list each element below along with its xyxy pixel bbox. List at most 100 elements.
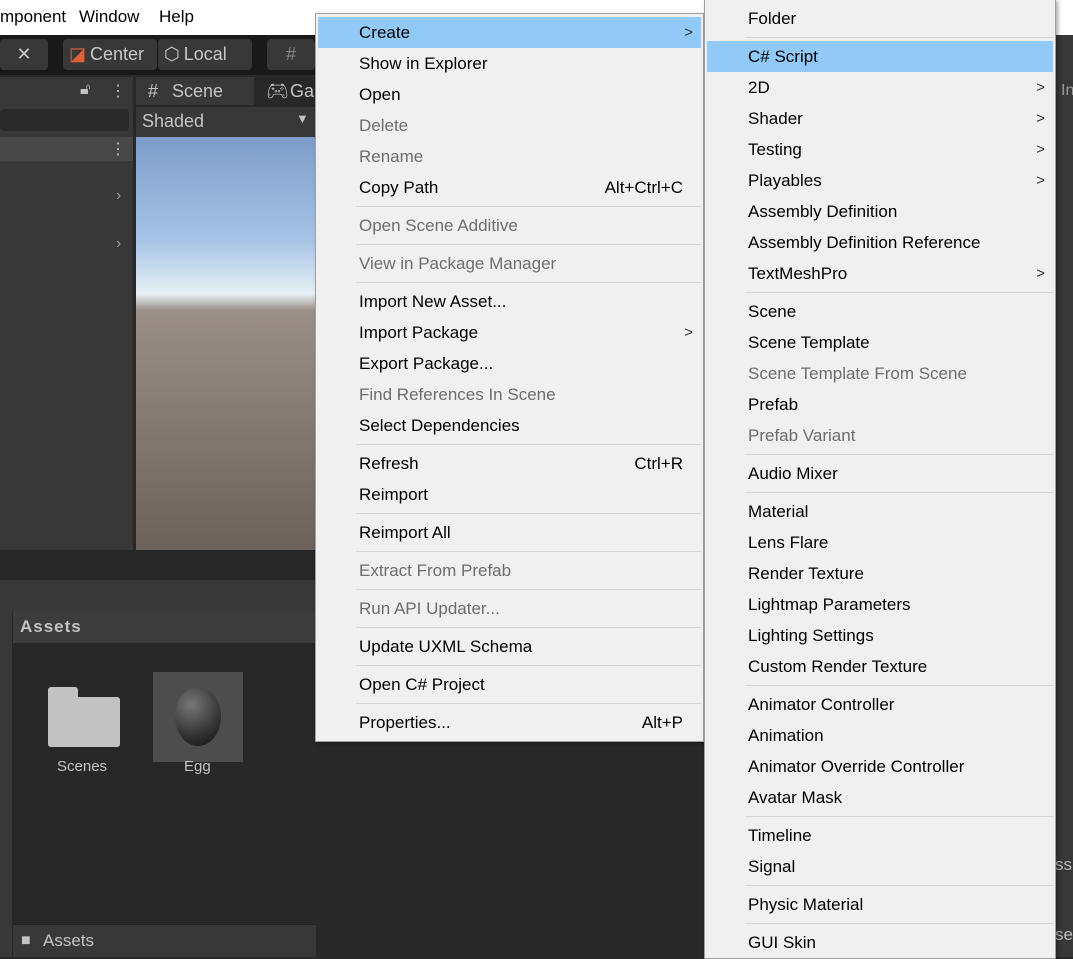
menu-item-label: Avatar Mask — [748, 787, 843, 807]
menu-item-assembly-definition-reference[interactable]: Assembly Definition Reference — [707, 227, 1053, 258]
menu-item-label: Run API Updater... — [359, 598, 500, 618]
menu-item-import-new-asset[interactable]: Import New Asset... — [318, 286, 701, 317]
menu-item-select-dependencies[interactable]: Select Dependencies — [318, 410, 701, 441]
menu-item-create[interactable]: Create > — [318, 17, 701, 48]
menu-item-c-script[interactable]: C# Script — [707, 41, 1053, 72]
menu-item-rename[interactable]: Rename — [318, 141, 701, 172]
menu-item-update-uxml-schema[interactable]: Update UXML Schema — [318, 631, 701, 662]
more-icon[interactable]: ⋮ — [110, 81, 126, 101]
menu-item-reimport-all[interactable]: Reimport All — [318, 517, 701, 548]
search-input[interactable] — [0, 109, 129, 131]
menu-item-lighting-settings[interactable]: Lighting Settings — [707, 620, 1053, 651]
tab-scene[interactable]: # Scene — [136, 77, 254, 105]
scene-row[interactable]: ⋮ — [0, 137, 133, 161]
menu-item-lightmap-parameters[interactable]: Lightmap Parameters — [707, 589, 1053, 620]
menu-item-show-in-explorer[interactable]: Show in Explorer — [318, 48, 701, 79]
menu-item-textmeshpro[interactable]: TextMeshPro > — [707, 258, 1053, 289]
menu-item-label: Delete — [359, 115, 409, 135]
chevron-right-icon: > — [1036, 141, 1045, 158]
menu-item-scene-template[interactable]: Scene Template — [707, 327, 1053, 358]
menu-window[interactable]: Window — [79, 7, 139, 27]
menu-item-label: Timeline — [748, 825, 812, 845]
menu-item-prefab[interactable]: Prefab — [707, 389, 1053, 420]
material-sphere-icon[interactable] — [153, 672, 243, 762]
tab-game[interactable]: 🎮︎ Ga — [262, 77, 322, 105]
menu-item-shader[interactable]: Shader > — [707, 103, 1053, 134]
scene-viewport[interactable] — [136, 137, 316, 550]
shortcut-label: Alt+Ctrl+C — [604, 177, 683, 197]
menu-item-label: Copy Path — [359, 177, 439, 197]
folder-icon[interactable] — [48, 687, 120, 747]
menu-item-find-references-in-scene[interactable]: Find References In Scene — [318, 379, 701, 410]
breadcrumb: ■ Assets — [13, 924, 316, 957]
pivot-icon: ◪ — [69, 44, 87, 64]
shortcut-label: Alt+P — [641, 712, 683, 732]
menu-item-physic-material[interactable]: Physic Material — [707, 889, 1053, 920]
menu-item-label: Rename — [359, 146, 424, 166]
menu-separator — [356, 513, 701, 514]
menu-item-import-package[interactable]: Import Package > — [318, 317, 701, 348]
menu-item-audio-mixer[interactable]: Audio Mixer — [707, 458, 1053, 489]
menu-item-signal[interactable]: Signal — [707, 851, 1053, 882]
menu-item-scene[interactable]: Scene — [707, 296, 1053, 327]
menu-item-render-texture[interactable]: Render Texture — [707, 558, 1053, 589]
menu-item-label: Reimport — [359, 484, 428, 504]
menu-item-scene-template-from-scene[interactable]: Scene Template From Scene — [707, 358, 1053, 389]
pivot-local-button[interactable]: ⬡ Local — [158, 39, 252, 70]
menu-item-folder[interactable]: Folder — [707, 3, 1053, 34]
menu-component[interactable]: mponent — [0, 7, 66, 27]
menu-item-label: Refresh — [359, 453, 419, 473]
menu-item-prefab-variant[interactable]: Prefab Variant — [707, 420, 1053, 451]
menu-item-open-c-project[interactable]: Open C# Project — [318, 669, 701, 700]
folder-tree — [0, 612, 12, 957]
menu-item-copy-path[interactable]: Copy Path Alt+Ctrl+C — [318, 172, 701, 203]
asset-label[interactable]: Egg — [184, 758, 211, 775]
menu-item-2d[interactable]: 2D > — [707, 72, 1053, 103]
asset-label[interactable]: Scenes — [57, 758, 107, 775]
chevron-right-icon: > — [684, 324, 693, 341]
menu-item-properties[interactable]: Properties... Alt+P — [318, 707, 701, 738]
menu-item-animation[interactable]: Animation — [707, 720, 1053, 751]
create-submenu: Folder C# Script 2D > Shader > Testing > Playabl… — [704, 0, 1056, 959]
menu-item-refresh[interactable]: Refresh Ctrl+R — [318, 448, 701, 479]
menu-item-lens-flare[interactable]: Lens Flare — [707, 527, 1053, 558]
menu-item-playables[interactable]: Playables > — [707, 165, 1053, 196]
menu-item-delete[interactable]: Delete — [318, 110, 701, 141]
menu-item-material[interactable]: Material — [707, 496, 1053, 527]
menu-separator — [356, 444, 701, 445]
menu-item-label: View in Package Manager — [359, 253, 557, 273]
shading-dropdown[interactable]: Shaded ▼ — [136, 107, 316, 137]
menu-item-open-scene-additive[interactable]: Open Scene Additive — [318, 210, 701, 241]
chevron-right-icon[interactable]: › — [116, 235, 121, 253]
shortcut-label: Ctrl+R — [634, 453, 683, 473]
menu-item-testing[interactable]: Testing > — [707, 134, 1053, 165]
pivot-center-button[interactable]: ◪ Center — [63, 39, 157, 70]
menu-separator — [745, 816, 1053, 817]
menu-help[interactable]: Help — [159, 7, 194, 27]
tools-button[interactable]: ✕ — [0, 39, 48, 70]
menu-item-extract-from-prefab[interactable]: Extract From Prefab — [318, 555, 701, 586]
menu-item-animator-controller[interactable]: Animator Controller — [707, 689, 1053, 720]
gamepad-icon: 🎮︎ — [266, 81, 289, 101]
menu-item-run-api-updater[interactable]: Run API Updater... — [318, 593, 701, 624]
menu-item-avatar-mask[interactable]: Avatar Mask — [707, 782, 1053, 813]
menu-item-view-in-package-manager[interactable]: View in Package Manager — [318, 248, 701, 279]
more-icon[interactable]: ⋮ — [110, 139, 126, 159]
menu-item-open[interactable]: Open — [318, 79, 701, 110]
menu-item-label: Assembly Definition Reference — [748, 232, 981, 252]
menu-item-timeline[interactable]: Timeline — [707, 820, 1053, 851]
chevron-right-icon[interactable]: › — [116, 187, 121, 205]
context-menu: Create > Show in Explorer Open Delete Rename C… — [315, 13, 704, 742]
menu-item-assembly-definition[interactable]: Assembly Definition — [707, 196, 1053, 227]
menu-item-reimport[interactable]: Reimport — [318, 479, 701, 510]
grid-snap-button[interactable]: # — [267, 39, 315, 70]
menu-item-label: Export Package... — [359, 353, 494, 373]
menu-item-gui-skin[interactable]: GUI Skin — [707, 927, 1053, 958]
menu-item-label: 2D — [748, 77, 770, 97]
menu-separator — [745, 492, 1053, 493]
menu-item-custom-render-texture[interactable]: Custom Render Texture — [707, 651, 1053, 682]
menu-item-animator-override-controller[interactable]: Animator Override Controller — [707, 751, 1053, 782]
menu-item-label: Animation — [748, 725, 824, 745]
lock-icon[interactable]: 🔓︎ — [80, 81, 90, 99]
menu-item-export-package[interactable]: Export Package... — [318, 348, 701, 379]
